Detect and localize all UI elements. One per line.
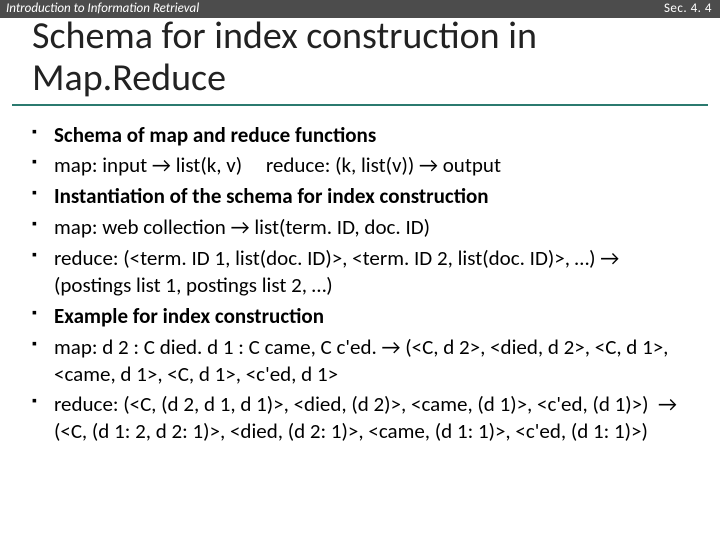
- list-item: map: d 2 : C died. d 1 : C came, C c'ed.…: [54, 334, 690, 388]
- slide-title: Schema for index construction in Map.Red…: [0, 16, 720, 100]
- list-item: map: input → list(k, v) reduce: (k, list…: [54, 152, 690, 179]
- list-item: Schema of map and reduce functions: [54, 122, 690, 149]
- list-item: map: web collection → list(term. ID, doc…: [54, 214, 690, 241]
- list-item: reduce: (<term. ID 1, list(doc. ID)>, <t…: [54, 245, 690, 299]
- title-divider: [12, 104, 708, 106]
- section-label: Sec. 4. 4: [664, 1, 712, 16]
- list-item: reduce: (<C, (d 2, d 1, d 1)>, <died, (d…: [54, 391, 690, 445]
- bullet-list: Schema of map and reduce functions map: …: [0, 116, 720, 446]
- list-item: Example for index construction: [54, 303, 690, 330]
- list-item: Instantiation of the schema for index co…: [54, 183, 690, 210]
